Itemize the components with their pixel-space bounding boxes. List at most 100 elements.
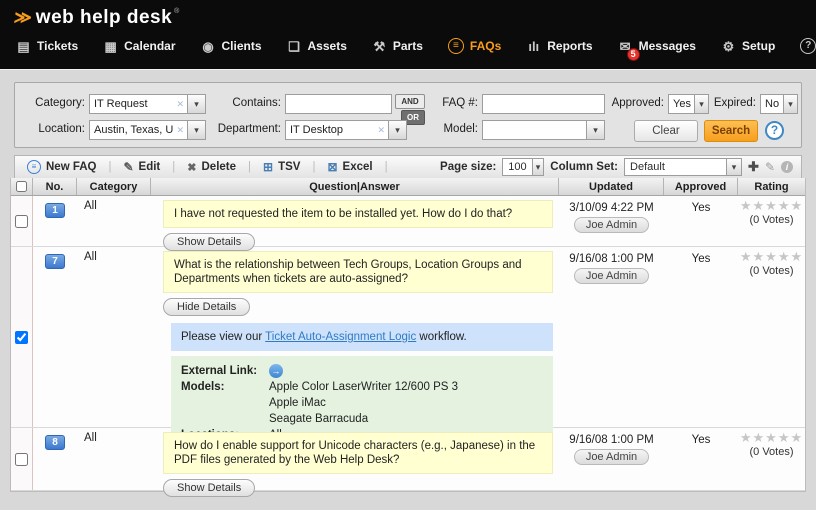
- expired-label: Expired:: [713, 97, 756, 109]
- category-dropdown-icon[interactable]: ▾: [187, 95, 205, 113]
- col-header-updated[interactable]: Updated: [559, 178, 664, 195]
- toolbar-right-controls: Page size: 100 ▾ Column Set: Default ▾ ✚…: [440, 158, 801, 176]
- faq-8-number-badge[interactable]: 8: [45, 435, 65, 450]
- star-icon: ★: [740, 249, 753, 264]
- edit-button[interactable]: ✎ Edit: [111, 160, 172, 174]
- star-icon: ★: [740, 430, 753, 445]
- nav-item-reports[interactable]: ılı Reports: [526, 39, 592, 54]
- search-button[interactable]: Search: [704, 120, 758, 142]
- category-clear-icon[interactable]: ✕: [173, 99, 187, 110]
- external-link-icon[interactable]: →: [269, 364, 283, 378]
- col-header-approved[interactable]: Approved: [664, 178, 738, 195]
- nav-item-clients[interactable]: ◉ Clients: [201, 39, 262, 54]
- nav-item-messages[interactable]: ✉5 Messages: [618, 39, 696, 54]
- faq-8-checkbox[interactable]: [15, 453, 28, 466]
- category-filter-combo[interactable]: IT Request ✕ ▾: [89, 94, 206, 114]
- faq-1-number-badge[interactable]: 1: [45, 203, 65, 218]
- category-filter-value: IT Request: [90, 98, 173, 110]
- reports-icon: ılı: [526, 39, 541, 54]
- models-label: Models:: [181, 379, 269, 427]
- star-icon: ★: [778, 249, 791, 264]
- column-set-dropdown-icon[interactable]: ▾: [726, 159, 741, 175]
- new-faq-button[interactable]: ≡ New FAQ: [15, 160, 108, 174]
- nav-item-assets[interactable]: ❏ Assets: [287, 39, 347, 54]
- faq-toolbar: ≡ New FAQ | ✎ Edit | ✖ Delete | ⊞ TSV | …: [14, 155, 802, 178]
- location-filter-value: Austin, Texas, USA: [90, 124, 173, 136]
- edit-column-set-icon[interactable]: ✎: [765, 160, 775, 174]
- page-size-dropdown-icon[interactable]: ▾: [532, 159, 544, 175]
- faq-7-checkbox[interactable]: [15, 331, 28, 344]
- faq-filter-panel: Category: IT Request ✕ ▾ Contains: AND O…: [14, 82, 802, 148]
- add-column-set-icon[interactable]: ✚: [748, 159, 759, 175]
- select-all-checkbox[interactable]: [16, 181, 27, 192]
- app-logo-text: web help desk: [36, 7, 172, 29]
- faq-1-updated-by-pill[interactable]: Joe Admin: [574, 217, 649, 233]
- tsv-label: TSV: [278, 161, 300, 173]
- location-clear-icon[interactable]: ✕: [173, 125, 187, 136]
- faq-number-cell: 1: [33, 196, 77, 246]
- col-header-no[interactable]: No.: [33, 178, 77, 195]
- faq-number-cell: 7: [33, 247, 77, 427]
- faq-number-input[interactable]: [482, 94, 605, 114]
- location-filter-combo[interactable]: Austin, Texas, USA ✕ ▾: [89, 120, 206, 140]
- column-set-select[interactable]: Default ▾: [624, 158, 742, 176]
- solarwinds-logo-icon: ≫: [12, 7, 33, 29]
- nav-item-tickets[interactable]: ▤ Tickets: [16, 39, 78, 54]
- expired-value: No: [761, 98, 783, 110]
- expired-dropdown-icon[interactable]: ▾: [783, 95, 797, 113]
- column-set-value: Default: [625, 161, 726, 173]
- edit-label: Edit: [139, 161, 161, 173]
- new-faq-label: New FAQ: [46, 161, 96, 173]
- nav-item-parts[interactable]: ⚒ Parts: [372, 39, 423, 54]
- col-header-category[interactable]: Category: [77, 178, 151, 195]
- filter-help-icon[interactable]: ?: [765, 121, 784, 140]
- app-logo[interactable]: ≫ web help desk ®: [14, 7, 179, 29]
- delete-x-icon: ✖: [187, 161, 196, 174]
- nav-item-setup[interactable]: ⚙ Setup: [721, 39, 775, 54]
- clear-button[interactable]: Clear: [634, 120, 698, 142]
- faq-1-approved: Yes: [664, 196, 738, 246]
- faq-8-updated-cell: 9/16/08 1:00 PM Joe Admin: [559, 428, 664, 490]
- model-select[interactable]: ▾: [482, 120, 605, 140]
- faq-7-rating-cell: ★★★★★ (0 Votes): [738, 247, 805, 427]
- contains-input[interactable]: [285, 94, 392, 114]
- department-dropdown-icon[interactable]: ▾: [388, 121, 406, 139]
- delete-label: Delete: [202, 161, 237, 173]
- info-icon[interactable]: i: [781, 161, 793, 173]
- model-label: Model:: [408, 123, 478, 135]
- approved-select[interactable]: Yes ▾: [668, 94, 709, 114]
- model-dropdown-icon[interactable]: ▾: [586, 121, 604, 139]
- row-checkbox-cell: [11, 247, 33, 427]
- excel-export-button[interactable]: ⊠ Excel: [315, 160, 384, 174]
- star-icon: ★: [790, 430, 803, 445]
- nav-item-help[interactable]: ? Help: [800, 38, 816, 54]
- col-header-question-answer[interactable]: Question|Answer: [151, 178, 559, 195]
- star-icon: ★: [790, 198, 803, 213]
- faq-1-checkbox[interactable]: [15, 215, 28, 228]
- faq-8-show-details-button[interactable]: Show Details: [163, 479, 255, 497]
- nav-item-calendar[interactable]: ▦ Calendar: [103, 39, 175, 54]
- approved-dropdown-icon[interactable]: ▾: [694, 95, 708, 113]
- faq-8-updated-by-pill[interactable]: Joe Admin: [574, 449, 649, 465]
- star-icon: ★: [753, 249, 766, 264]
- expired-select[interactable]: No ▾: [760, 94, 798, 114]
- new-faq-icon: ≡: [27, 160, 41, 174]
- star-icon: ★: [765, 198, 778, 213]
- parts-icon: ⚒: [372, 39, 387, 54]
- toolbar-divider: |: [385, 161, 388, 173]
- page-size-select[interactable]: 100 ▾: [502, 158, 544, 176]
- assets-icon: ❏: [287, 39, 302, 54]
- nav-item-faqs[interactable]: ≡ FAQs: [448, 38, 501, 54]
- messages-count-badge: 5: [627, 48, 640, 61]
- tsv-export-button[interactable]: ⊞ TSV: [251, 160, 312, 174]
- faq-7-question-cell: What is the relationship between Tech Gr…: [151, 247, 559, 427]
- delete-button[interactable]: ✖ Delete: [175, 161, 248, 174]
- department-filter-combo[interactable]: IT Desktop ✕ ▾: [285, 120, 407, 140]
- ticket-auto-assignment-logic-link[interactable]: Ticket Auto-Assignment Logic: [265, 331, 416, 343]
- star-icon: ★: [790, 249, 803, 264]
- faq-7-updated-by-pill[interactable]: Joe Admin: [574, 268, 649, 284]
- faq-7-hide-details-button[interactable]: Hide Details: [163, 298, 250, 316]
- col-header-rating[interactable]: Rating: [738, 178, 805, 195]
- department-clear-icon[interactable]: ✕: [374, 125, 388, 136]
- faq-7-number-badge[interactable]: 7: [45, 254, 65, 269]
